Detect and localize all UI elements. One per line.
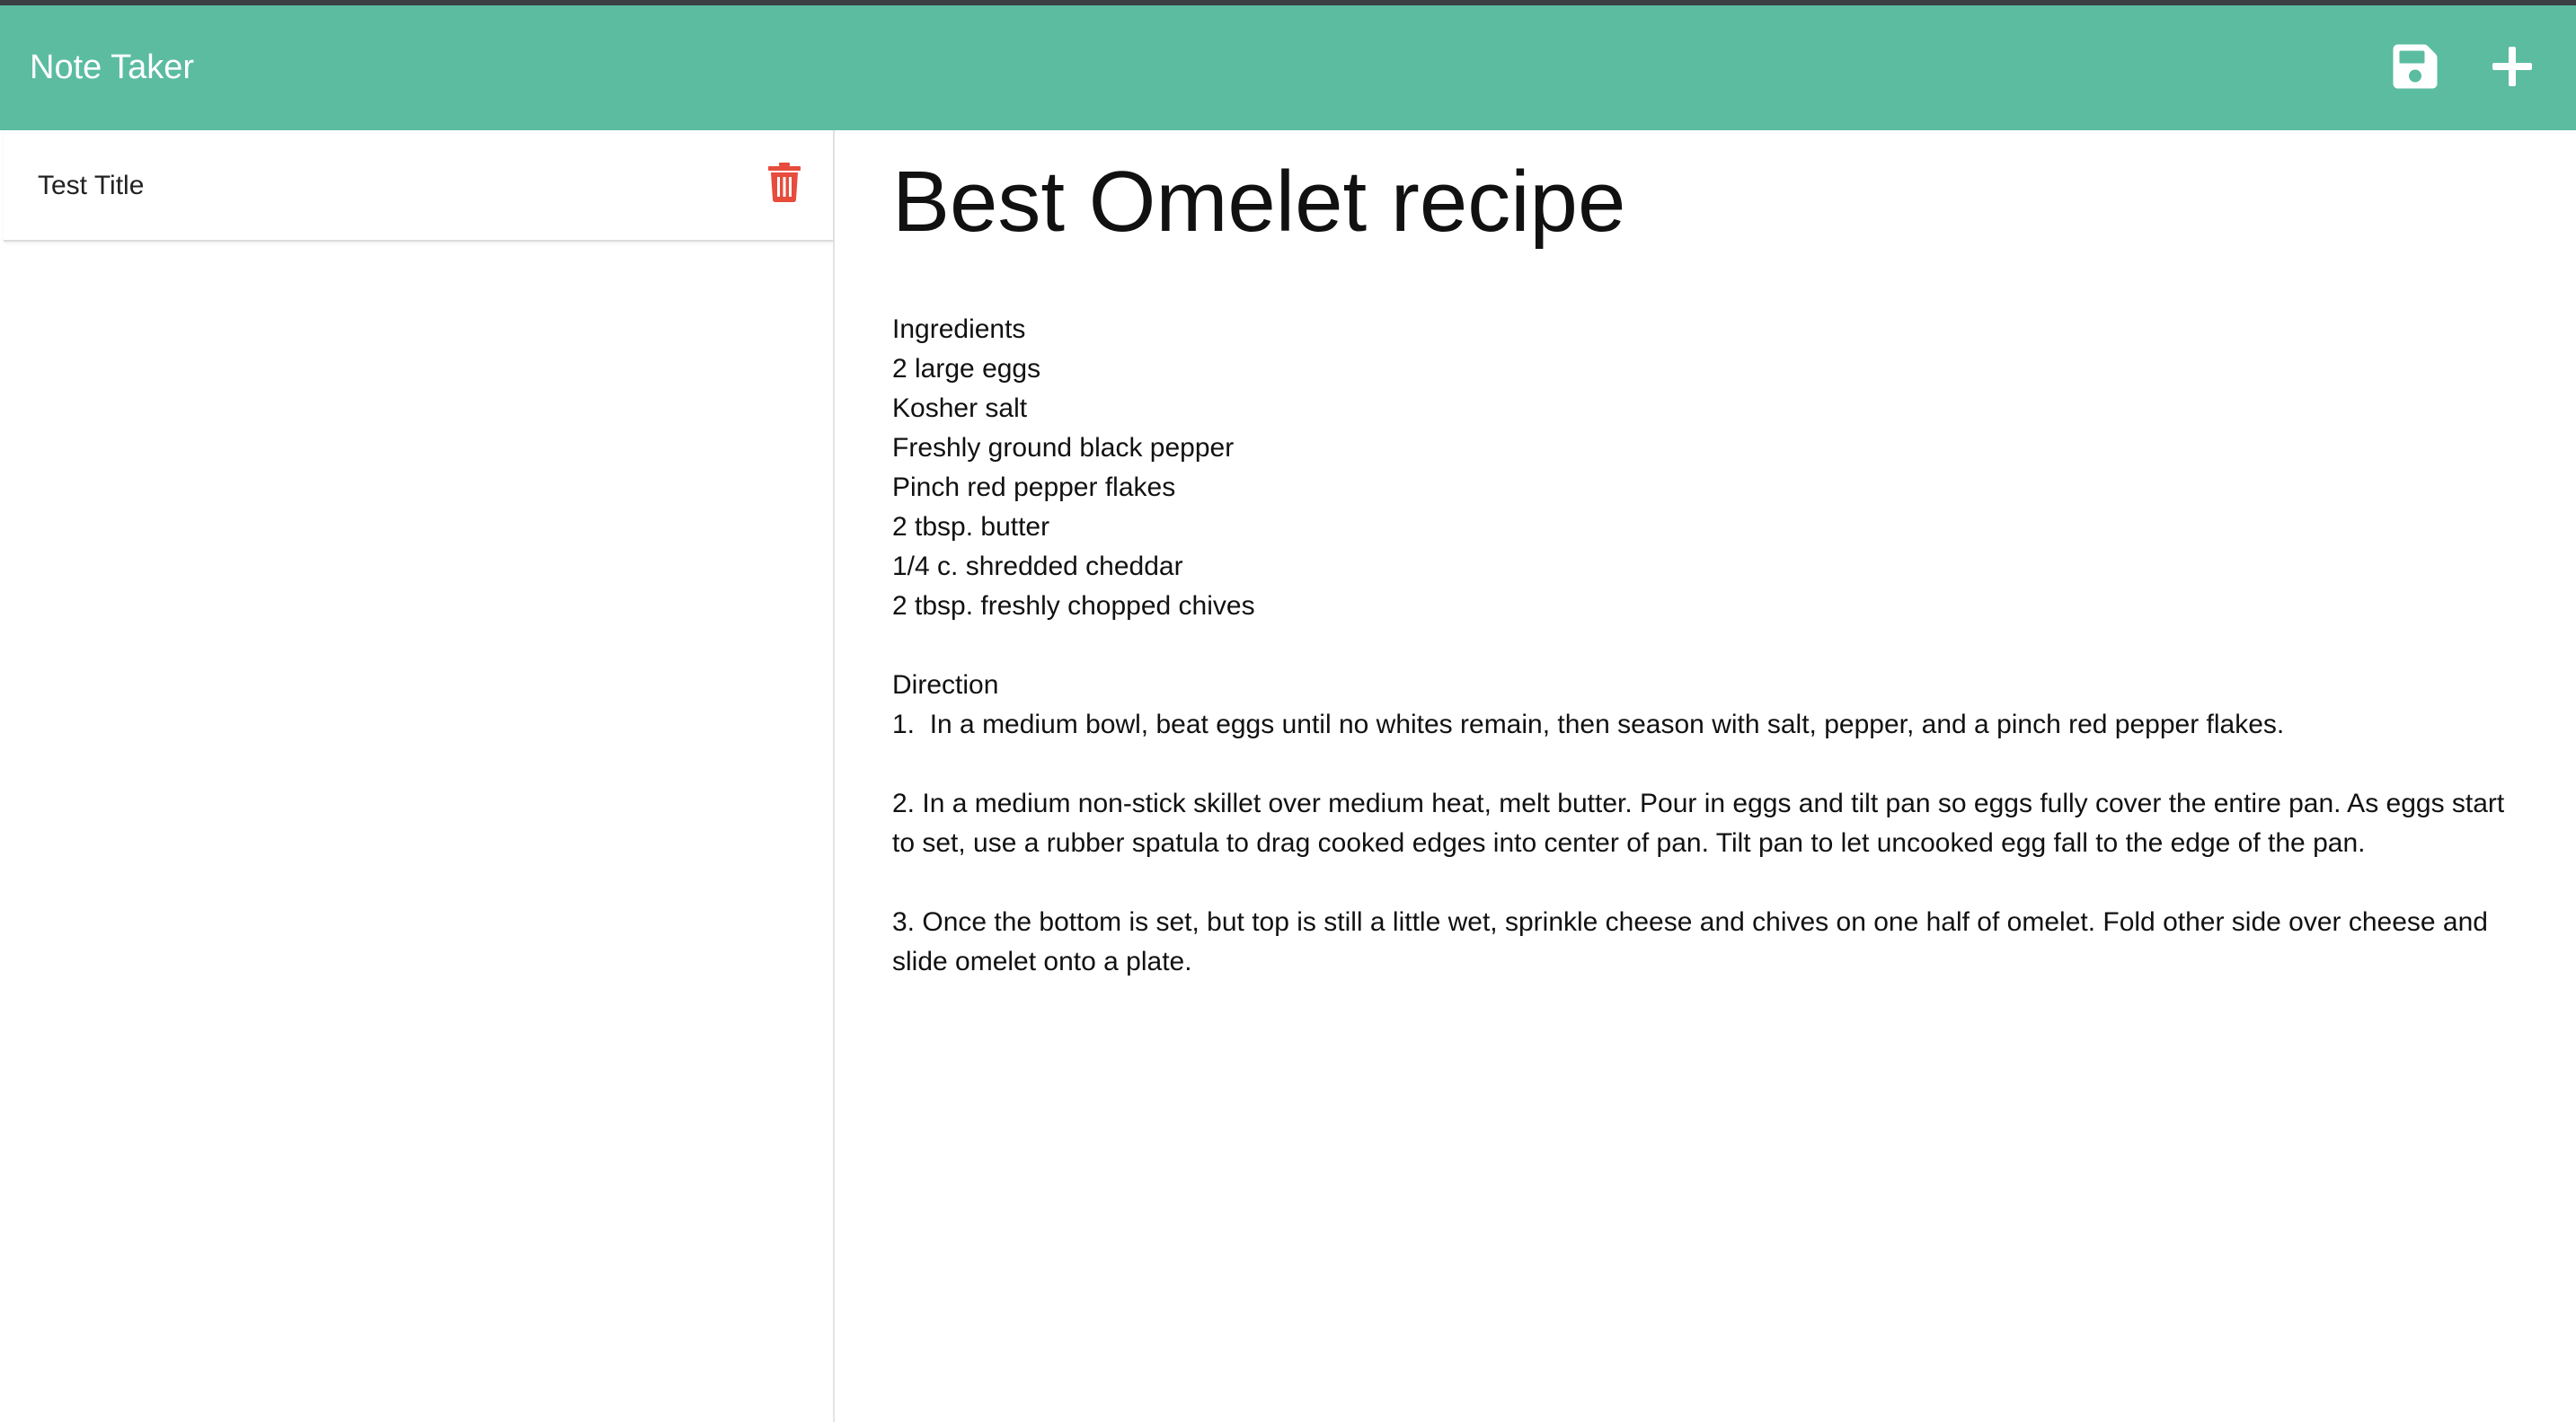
trash-icon xyxy=(768,163,801,202)
delete-note-button[interactable] xyxy=(767,163,801,202)
plus-icon xyxy=(2492,47,2532,86)
app-title: Note Taker xyxy=(30,49,195,86)
notes-sidebar: Test Title xyxy=(0,130,835,1422)
floppy-disk-icon xyxy=(2393,44,2438,89)
save-note-button[interactable] xyxy=(2390,41,2440,92)
note-list-item-title: Test Title xyxy=(38,171,145,200)
note-editor: Best Omelet recipe Ingredients 2 large e… xyxy=(835,130,2576,1422)
note-body-textarea[interactable]: Ingredients 2 large eggs Kosher salt Fre… xyxy=(892,310,2527,982)
new-note-button[interactable] xyxy=(2487,41,2537,92)
note-list-item[interactable]: Test Title xyxy=(4,130,833,242)
navbar: Note Taker xyxy=(0,5,2576,130)
note-title-input[interactable]: Best Omelet recipe xyxy=(892,148,2527,256)
